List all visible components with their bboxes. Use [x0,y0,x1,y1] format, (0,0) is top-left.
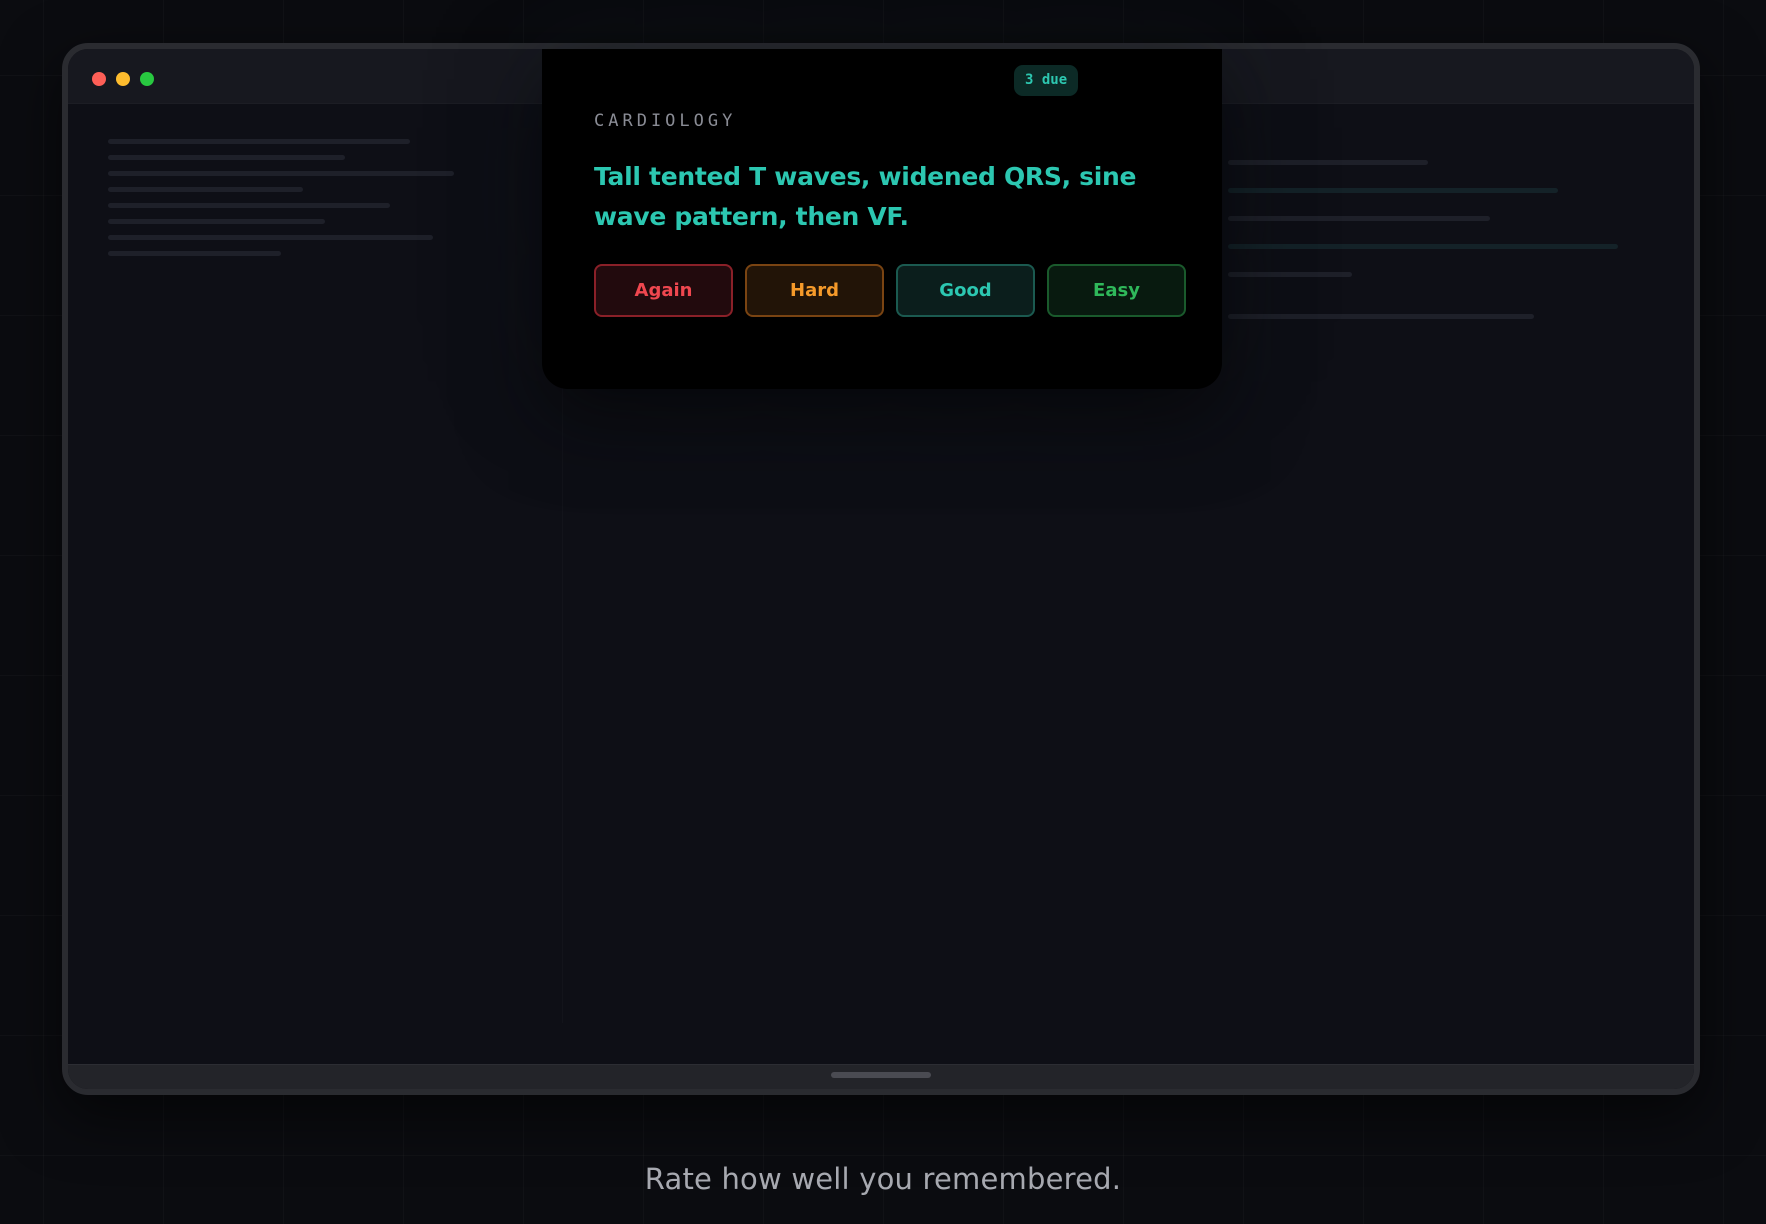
home-indicator[interactable] [831,1072,931,1078]
placeholder-line [108,251,281,256]
placeholder-line [1228,244,1618,249]
hard-button[interactable]: Hard [745,264,884,317]
due-count-badge: 3 due [1014,65,1079,96]
placeholder-line [1228,188,1558,193]
minimize-window-button[interactable] [116,72,130,86]
caption-text: Rate how well you remembered. [644,1162,1122,1196]
placeholder-line [1228,160,1428,165]
placeholder-line [108,187,303,192]
placeholder-line [108,219,325,224]
placeholder-line [1228,272,1352,277]
again-button[interactable]: Again [594,264,733,317]
good-button[interactable]: Good [896,264,1035,317]
placeholder-line [108,235,433,240]
placeholder-line [1228,314,1534,319]
placeholder-line [108,171,454,176]
flashcard: 3 due CARDIOLOGY Tall tented T waves, wi… [542,49,1222,389]
easy-button[interactable]: Easy [1047,264,1186,317]
placeholder-line [108,203,390,208]
close-window-button[interactable] [92,72,106,86]
bottom-bar [68,1064,1694,1089]
maximize-window-button[interactable] [140,72,154,86]
card-answer-text: Tall tented T waves, widened QRS, sine w… [594,162,1137,231]
placeholder-line [108,155,345,160]
placeholder-line [1228,216,1490,221]
card-category: CARDIOLOGY [594,111,737,131]
placeholder-line [108,139,410,144]
